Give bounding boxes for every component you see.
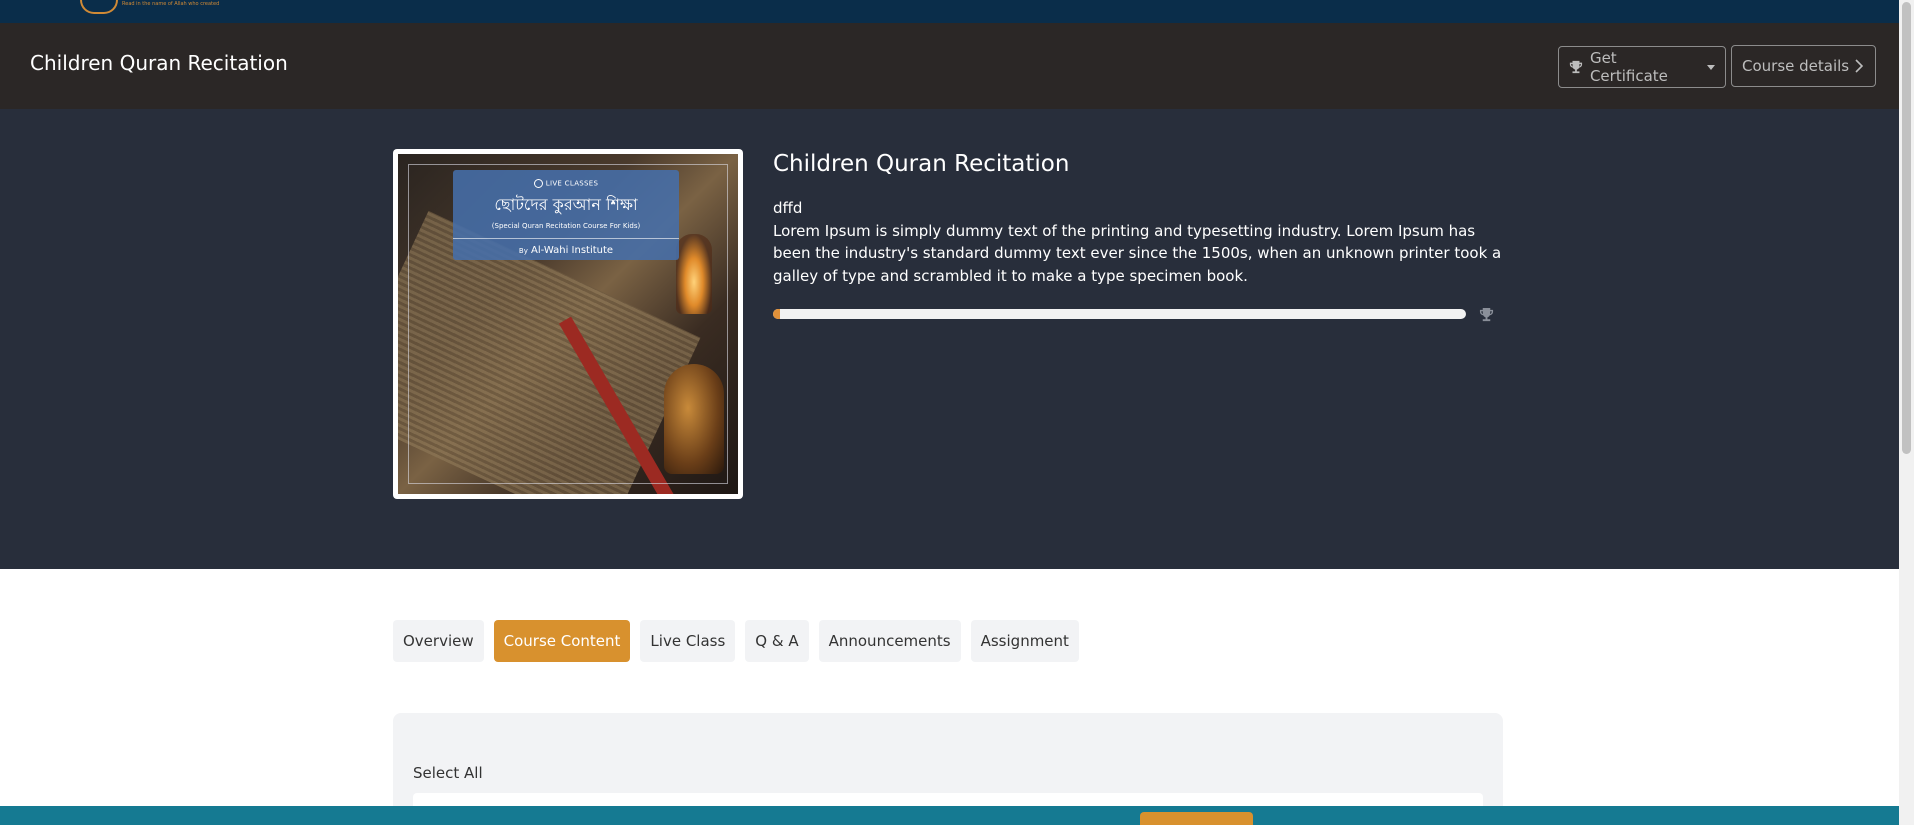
get-certificate-label: Get Certificate: [1589, 49, 1668, 85]
thumbnail-title: ছোটদের কুরআন শিক্ষা: [494, 195, 638, 214]
bottom-bar: [0, 806, 1899, 825]
tab-assignment[interactable]: Assignment: [970, 620, 1079, 662]
tab-announcements[interactable]: Announcements: [818, 620, 961, 662]
header-title: Children Quran Recitation: [30, 51, 288, 75]
scrollbar-thumb[interactable]: [1902, 2, 1911, 454]
get-certificate-button[interactable]: Get Certificate: [1558, 46, 1726, 88]
course-progress-fill: [773, 309, 780, 319]
thumbnail-banner: LIVE CLASSES ছোটদের কুরআন শিক্ষা (Specia…: [453, 170, 679, 260]
play-icon: [533, 179, 543, 188]
course-thumbnail: LIVE CLASSES ছোটদের কুরআন শিক্ষা (Specia…: [393, 149, 743, 499]
course-details-label: Course details: [1742, 57, 1850, 75]
thumbnail-tag: LIVE CLASSES: [453, 179, 679, 188]
top-navbar: Read in the name of Allah who created: [0, 0, 1899, 23]
trophy-icon: [1569, 60, 1583, 74]
tab-course-content[interactable]: Course Content: [493, 620, 631, 662]
thumbnail-subtitle: (Special Quran Recitation Course For Kid…: [491, 222, 641, 230]
thumbnail-image: LIVE CLASSES ছোটদের কুরআন শিক্ষা (Specia…: [398, 154, 738, 494]
thumbnail-author: By Al-Wahi Institute: [518, 245, 614, 256]
site-logo[interactable]: Read in the name of Allah who created: [80, 0, 219, 14]
logo-mark-icon: [80, 0, 118, 14]
course-progress-bar: [773, 309, 1466, 319]
chevron-right-icon: [1855, 59, 1864, 73]
course-details-button[interactable]: Course details: [1731, 45, 1876, 87]
tab-live-class[interactable]: Live Class: [640, 620, 736, 662]
caret-down-icon: [1707, 64, 1715, 70]
course-title: Children Quran Recitation: [773, 151, 1070, 177]
logo-tagline: Read in the name of Allah who created: [122, 1, 220, 7]
course-description: dffd Lorem Ipsum is simply dummy text of…: [773, 197, 1503, 287]
course-tabs: Overview Course Content Live Class Q & A Ann…: [393, 620, 1079, 662]
tab-q-a[interactable]: Q & A: [745, 620, 809, 662]
bottom-action-button[interactable]: [1140, 812, 1253, 825]
description-first-line: dffd: [773, 199, 803, 217]
course-hero: LIVE CLASSES ছোটদের কুরআন শিক্ষা (Specia…: [0, 109, 1899, 569]
trophy-icon: [1479, 307, 1494, 322]
page-scrollbar[interactable]: [1899, 0, 1914, 825]
select-all-label[interactable]: Select All: [413, 764, 483, 782]
description-body: Lorem Ipsum is simply dummy text of the …: [773, 221, 1502, 285]
thumbnail-divider: [453, 238, 679, 239]
tab-overview[interactable]: Overview: [393, 620, 484, 662]
course-header: Children Quran Recitation Get Certificat…: [0, 23, 1899, 109]
